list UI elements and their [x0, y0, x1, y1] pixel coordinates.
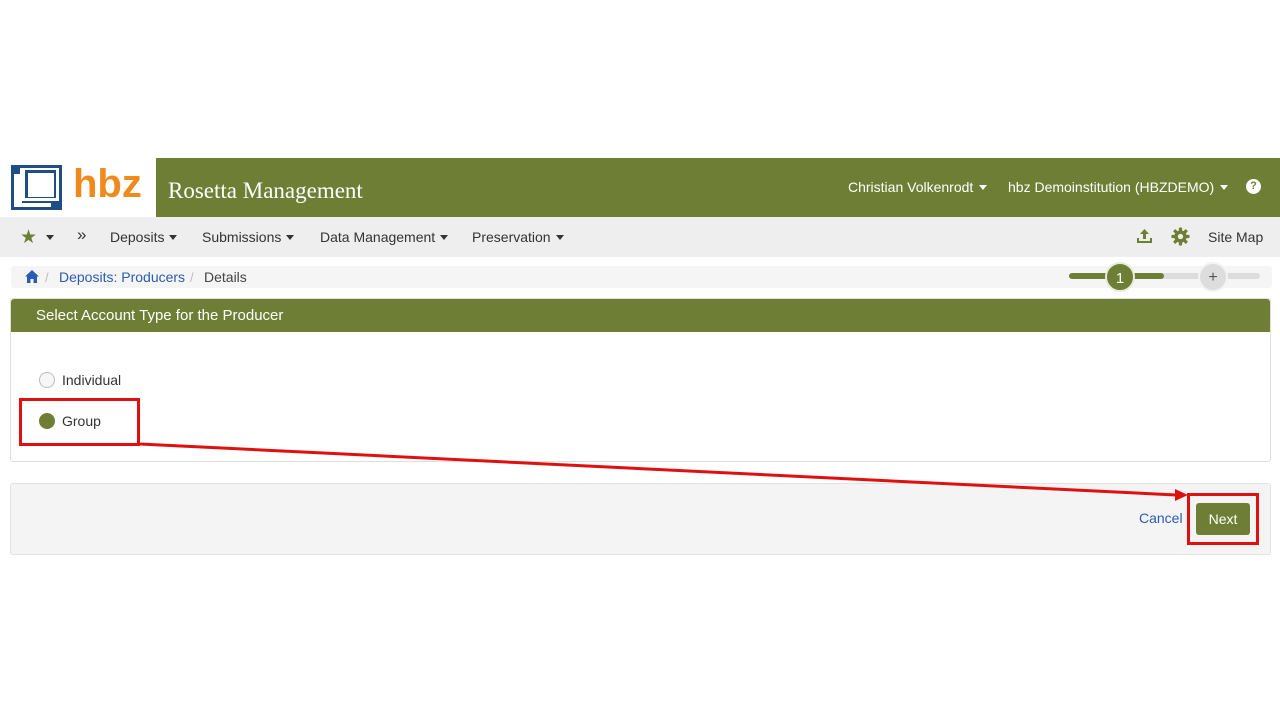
nav-data-management[interactable]: Data Management	[320, 229, 449, 245]
app-title: Rosetta Management	[168, 178, 363, 203]
site-map-link[interactable]: Site Map	[1208, 229, 1263, 245]
form-actions-bar	[10, 483, 1271, 555]
breadcrumb-separator: /	[190, 270, 194, 285]
home-icon[interactable]	[25, 270, 39, 283]
nav-label: Submissions	[202, 229, 282, 245]
user-name: Christian Volkenrodt	[848, 179, 974, 195]
upload-icon[interactable]	[1136, 228, 1153, 244]
nav-preservation[interactable]: Preservation	[472, 229, 564, 245]
chevron-down-icon	[169, 234, 178, 240]
favorites-chevron-down-icon[interactable]	[46, 235, 54, 240]
chevron-down-icon	[979, 184, 988, 190]
account-type-panel: Select Account Type for the Producer	[10, 298, 1271, 462]
main-navbar: ★ » Deposits Submissions Data Management…	[0, 217, 1280, 257]
breadcrumb-current: Details	[204, 269, 247, 285]
breadcrumb-link-producers[interactable]: Deposits: Producers	[59, 269, 185, 285]
annotation-highlight-next	[1187, 493, 1259, 545]
help-icon[interactable]: ?	[1246, 179, 1261, 194]
star-icon[interactable]: ★	[20, 226, 37, 249]
step-current[interactable]: 1	[1105, 262, 1135, 292]
breadcrumb-separator: /	[45, 270, 49, 285]
institution-menu[interactable]: hbz Demoinstitution (HBZDEMO)	[1008, 179, 1229, 195]
chevron-down-icon	[440, 234, 449, 240]
radio-individual[interactable]: Individual	[39, 372, 121, 388]
title-bar: Rosetta Management Christian Volkenrodt …	[156, 158, 1280, 217]
nav-deposits[interactable]: Deposits	[110, 229, 178, 245]
nav-label: Preservation	[472, 229, 551, 245]
gear-icon[interactable]	[1171, 227, 1190, 246]
nav-submissions[interactable]: Submissions	[202, 229, 295, 245]
nav-label: Deposits	[110, 229, 165, 245]
chevron-down-icon	[1220, 184, 1229, 190]
user-menu[interactable]: Christian Volkenrodt	[848, 179, 988, 195]
radio-button[interactable]	[39, 372, 55, 388]
logo[interactable]: hbz	[0, 158, 156, 217]
institution-name: hbz Demoinstitution (HBZDEMO)	[1008, 179, 1215, 195]
panel-title: Select Account Type for the Producer	[11, 299, 1270, 332]
radio-label: Individual	[62, 372, 122, 388]
logo-text: hbz	[73, 162, 142, 206]
app-header: hbz Rosetta Management Christian Volkenr…	[0, 158, 1280, 217]
nav-label: Data Management	[320, 229, 436, 245]
step-next[interactable]: +	[1198, 262, 1228, 292]
cancel-link[interactable]: Cancel	[1139, 510, 1183, 526]
annotation-highlight-group	[19, 398, 140, 446]
hbz-logo-mark	[11, 165, 62, 210]
chevron-down-icon	[555, 234, 564, 240]
chevron-down-icon	[286, 234, 295, 240]
double-chevron-icon[interactable]: »	[77, 225, 86, 245]
